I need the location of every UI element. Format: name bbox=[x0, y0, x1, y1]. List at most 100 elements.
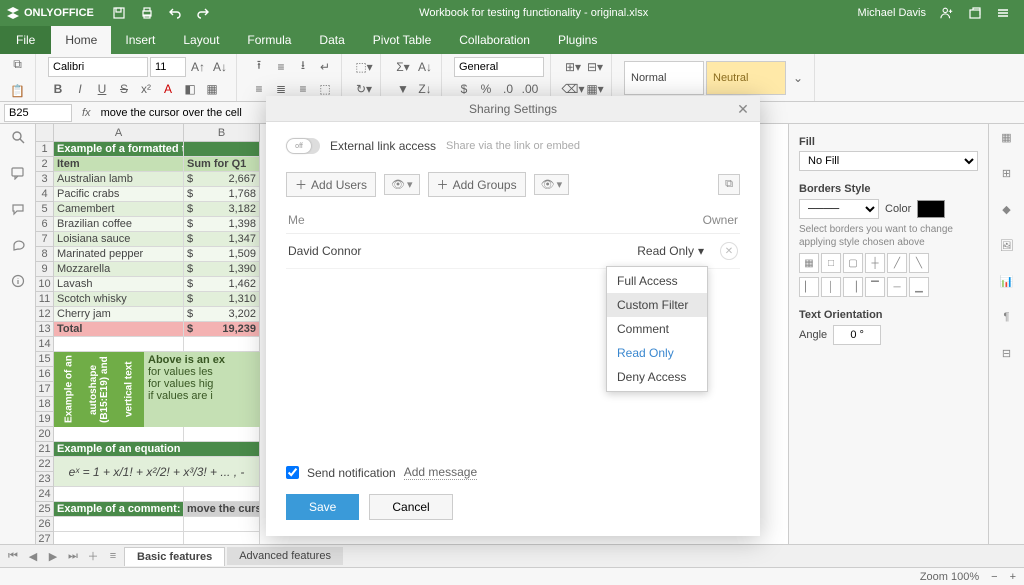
row-header[interactable]: 4 bbox=[36, 187, 54, 202]
zoom-in-icon[interactable]: + bbox=[1010, 571, 1016, 583]
border-left-icon[interactable]: ▏ bbox=[799, 277, 819, 297]
row-header[interactable]: 10 bbox=[36, 277, 54, 292]
menu-insert[interactable]: Insert bbox=[111, 26, 169, 54]
cell[interactable]: $1,462 bbox=[184, 277, 260, 292]
number-format-select[interactable] bbox=[454, 57, 544, 77]
named-range-icon[interactable]: ⬚▾ bbox=[354, 57, 374, 77]
cell[interactable]: Loisiana sauce bbox=[54, 232, 184, 247]
cell[interactable]: $3,202 bbox=[184, 307, 260, 322]
perm-deny-access[interactable]: Deny Access bbox=[607, 365, 707, 389]
border-diag2-icon[interactable]: ╲ bbox=[909, 253, 929, 273]
cell[interactable]: Marinated pepper bbox=[54, 247, 184, 262]
sheet-prev-icon[interactable]: ◀ bbox=[24, 547, 42, 565]
strike-button[interactable]: S bbox=[114, 79, 134, 99]
sheet-add-icon[interactable]: ＋ bbox=[84, 547, 102, 565]
menu-layout[interactable]: Layout bbox=[169, 26, 233, 54]
angle-input[interactable] bbox=[833, 325, 881, 345]
text-settings-icon[interactable]: ¶ bbox=[998, 308, 1016, 326]
row-header[interactable]: 3 bbox=[36, 172, 54, 187]
comment-cell[interactable]: move the curs bbox=[184, 502, 260, 517]
print-icon[interactable] bbox=[140, 6, 154, 20]
perm-full-access[interactable]: Full Access bbox=[607, 269, 707, 293]
cell[interactable]: Example of a formatted table bbox=[54, 142, 184, 157]
external-link-toggle[interactable]: off bbox=[286, 138, 320, 154]
row-header[interactable]: 5 bbox=[36, 202, 54, 217]
border-inner-icon[interactable]: ┼ bbox=[865, 253, 885, 273]
sheet-first-icon[interactable]: ⏮ bbox=[4, 547, 22, 565]
row-header[interactable]: 26 bbox=[36, 517, 54, 532]
menu-formula[interactable]: Formula bbox=[233, 26, 305, 54]
cell[interactable]: $3,182 bbox=[184, 202, 260, 217]
menu-collab[interactable]: Collaboration bbox=[445, 26, 544, 54]
align-top-icon[interactable]: ⭱ bbox=[249, 57, 269, 77]
row-header[interactable]: 18 bbox=[36, 397, 54, 412]
cell[interactable]: Item bbox=[54, 157, 184, 172]
comments-icon[interactable] bbox=[9, 164, 27, 182]
row-header[interactable]: 12 bbox=[36, 307, 54, 322]
row-header[interactable]: 8 bbox=[36, 247, 54, 262]
border-bottom-icon[interactable]: ▁ bbox=[909, 277, 929, 297]
wrap-icon[interactable]: ↵ bbox=[315, 57, 335, 77]
notify-checkbox[interactable] bbox=[286, 466, 299, 479]
cell[interactable]: Sum for Q1 bbox=[184, 157, 260, 172]
row-header[interactable]: 25 bbox=[36, 502, 54, 517]
underline-button[interactable]: U bbox=[92, 79, 112, 99]
cell[interactable]: Pacific crabs bbox=[54, 187, 184, 202]
perm-comment[interactable]: Comment bbox=[607, 317, 707, 341]
row-header[interactable]: 15 bbox=[36, 352, 54, 367]
sheet-tab-basic[interactable]: Basic features bbox=[124, 547, 225, 566]
cell-style-neutral[interactable]: Neutral bbox=[706, 61, 786, 95]
zoom-label[interactable]: Zoom 100% bbox=[920, 571, 979, 583]
permission-select[interactable]: Read Only ▾ bbox=[637, 244, 720, 258]
remove-user-icon[interactable]: ✕ bbox=[720, 242, 738, 260]
font-color-icon[interactable]: A bbox=[158, 79, 178, 99]
cell[interactable]: $19,239 bbox=[184, 322, 260, 337]
row-header[interactable]: 24 bbox=[36, 487, 54, 502]
row-header[interactable]: 11 bbox=[36, 292, 54, 307]
cell[interactable]: $1,390 bbox=[184, 262, 260, 277]
cancel-button[interactable]: Cancel bbox=[369, 494, 452, 520]
sort-asc-icon[interactable]: A↓ bbox=[415, 57, 435, 77]
border-style-select[interactable]: ──── bbox=[799, 199, 879, 219]
border-vert-icon[interactable]: │ bbox=[821, 277, 841, 297]
row-header[interactable]: 9 bbox=[36, 262, 54, 277]
cell[interactable]: $1,509 bbox=[184, 247, 260, 262]
cell-reference-input[interactable] bbox=[4, 104, 72, 122]
row-header[interactable]: 14 bbox=[36, 337, 54, 352]
cell[interactable]: $1,310 bbox=[184, 292, 260, 307]
border-diag1-icon[interactable]: ╱ bbox=[887, 253, 907, 273]
user-name[interactable]: Michael Davis bbox=[858, 7, 926, 19]
cell[interactable] bbox=[184, 142, 260, 157]
chat-icon[interactable] bbox=[9, 200, 27, 218]
increase-font-icon[interactable]: A↑ bbox=[188, 57, 208, 77]
cell[interactable]: Camembert bbox=[54, 202, 184, 217]
menu-plugins[interactable]: Plugins bbox=[544, 26, 611, 54]
image-settings-icon[interactable]: 🖼 bbox=[998, 236, 1016, 254]
table-settings-icon[interactable]: ⊞ bbox=[998, 164, 1016, 182]
open-location-icon[interactable] bbox=[968, 6, 982, 20]
borders-icon[interactable]: ▦ bbox=[202, 79, 222, 99]
chart-settings-icon[interactable]: 📊 bbox=[998, 272, 1016, 290]
insert-fn-icon[interactable]: Σ▾ bbox=[393, 57, 413, 77]
cell[interactable]: Lavash bbox=[54, 277, 184, 292]
menu-bars-icon[interactable] bbox=[996, 6, 1010, 20]
sheet-last-icon[interactable]: ⏭ bbox=[64, 547, 82, 565]
search-icon[interactable] bbox=[9, 128, 27, 146]
row-header[interactable]: 6 bbox=[36, 217, 54, 232]
undo-icon[interactable] bbox=[168, 6, 182, 20]
col-header-b[interactable]: B bbox=[184, 124, 260, 142]
border-horiz-icon[interactable]: ─ bbox=[887, 277, 907, 297]
embed-button[interactable]: ⧉ bbox=[718, 174, 740, 195]
cell[interactable]: Australian lamb bbox=[54, 172, 184, 187]
cell[interactable]: Cherry jam bbox=[54, 307, 184, 322]
zoom-out-icon[interactable]: − bbox=[991, 571, 997, 583]
font-size-select[interactable] bbox=[150, 57, 186, 77]
row-header[interactable]: 27 bbox=[36, 532, 54, 544]
row-header[interactable]: 7 bbox=[36, 232, 54, 247]
copy-icon[interactable]: ⧉ bbox=[8, 55, 28, 75]
border-none-icon[interactable]: □ bbox=[821, 253, 841, 273]
border-outer-icon[interactable]: ▢ bbox=[843, 253, 863, 273]
perm-custom-filter[interactable]: Custom Filter bbox=[607, 293, 707, 317]
border-top-icon[interactable]: ▔ bbox=[865, 277, 885, 297]
add-groups-button[interactable]: ＋Add Groups bbox=[428, 172, 526, 197]
